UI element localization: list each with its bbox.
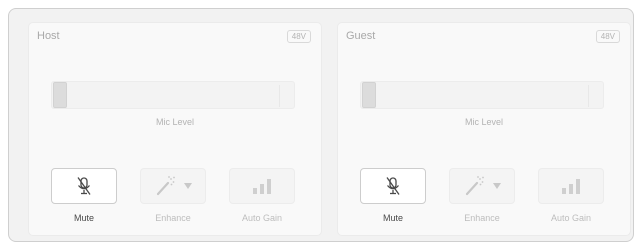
mute-label: Mute (73, 213, 94, 223)
mic-off-icon (384, 176, 402, 196)
channel-panel-guest: Guest 48V Mic Level Mute Enhance Auto Ga… (337, 22, 631, 236)
mic-level-slider[interactable] (51, 81, 295, 109)
signal-bars-icon (560, 177, 582, 195)
enhance-button[interactable] (449, 168, 515, 204)
mic-off-icon (75, 176, 93, 196)
channel-title: Guest (346, 30, 376, 42)
enhance-button[interactable] (140, 168, 206, 204)
mic-level-slider[interactable] (360, 81, 604, 109)
enhance-label: Enhance (155, 213, 191, 223)
phantom-power-badge[interactable]: 48V (286, 30, 311, 43)
slider-max-tick (588, 85, 589, 107)
magic-wand-icon (153, 175, 183, 197)
slider-max-tick (279, 85, 280, 107)
magic-wand-icon (462, 175, 492, 197)
mute-button[interactable] (360, 168, 426, 204)
channel-panel-host: Host 48V Mic Level Mute Enhance Auto Gai… (28, 22, 322, 236)
signal-bars-icon (251, 177, 273, 195)
auto-gain-button[interactable] (229, 168, 295, 204)
auto-gain-label: Auto Gain (550, 213, 592, 223)
slider-thumb[interactable] (362, 82, 376, 108)
auto-gain-button[interactable] (538, 168, 604, 204)
phantom-power-badge[interactable]: 48V (595, 30, 620, 43)
auto-gain-label: Auto Gain (241, 213, 283, 223)
slider-thumb[interactable] (53, 82, 67, 108)
dropdown-triangle-icon (183, 182, 193, 190)
mixer-container: Host 48V Mic Level Mute Enhance Auto Gai… (8, 8, 634, 242)
dropdown-triangle-icon (492, 182, 502, 190)
mic-level-label: Mic Level (155, 117, 194, 127)
mute-label: Mute (382, 213, 403, 223)
channel-title: Host (37, 30, 60, 42)
mute-button[interactable] (51, 168, 117, 204)
enhance-label: Enhance (464, 213, 500, 223)
mic-level-label: Mic Level (464, 117, 503, 127)
